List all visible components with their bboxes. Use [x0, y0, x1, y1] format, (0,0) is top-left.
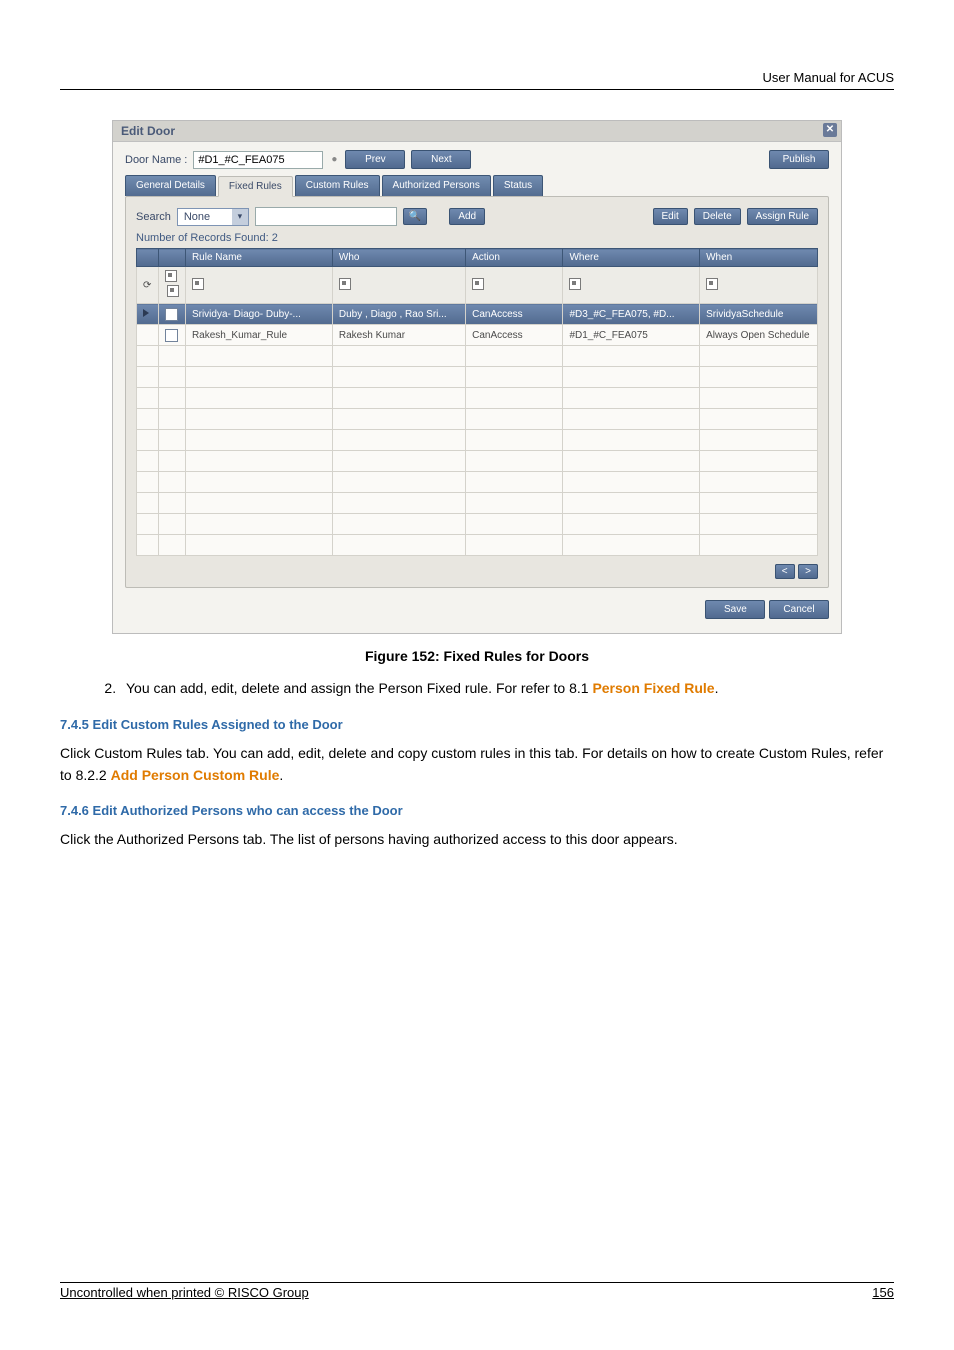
col-marker	[137, 249, 159, 267]
cancel-button[interactable]: Cancel	[769, 600, 829, 619]
table-row	[137, 346, 818, 367]
search-icon[interactable]: 🔍	[403, 208, 427, 225]
table-row	[137, 493, 818, 514]
add-person-custom-rule-link[interactable]: Add Person Custom Rule	[111, 767, 280, 783]
section-para: Click the Authorized Persons tab. The li…	[60, 828, 894, 850]
filter-row: ⟳	[137, 267, 818, 304]
cell-when: Always Open Schedule	[700, 325, 818, 346]
chevron-down-icon: ▾	[232, 209, 248, 225]
records-found: Number of Records Found: 2	[136, 232, 818, 244]
tab-authorized-persons[interactable]: Authorized Persons	[382, 175, 491, 196]
door-name-label: Door Name :	[125, 154, 187, 166]
table-row	[137, 430, 818, 451]
col-rule-name[interactable]: Rule Name	[185, 249, 332, 267]
col-who[interactable]: Who	[332, 249, 465, 267]
col-check	[158, 249, 185, 267]
tab-custom-rules[interactable]: Custom Rules	[295, 175, 380, 196]
cell-who: Duby , Diago , Rao Sri...	[332, 304, 465, 325]
pager-next-button[interactable]: >	[798, 564, 818, 579]
section-heading-745: 7.4.5 Edit Custom Rules Assigned to the …	[60, 717, 894, 732]
row-checkbox[interactable]	[158, 304, 185, 325]
page-number: 156	[872, 1285, 894, 1300]
pager: < >	[136, 562, 818, 577]
table-row[interactable]: Rakesh_Kumar_Rule Rakesh Kumar CanAccess…	[137, 325, 818, 346]
filter-icon[interactable]	[700, 267, 818, 304]
page-footer: Uncontrolled when printed © RISCO Group …	[60, 1282, 894, 1300]
numbered-list: You can add, edit, delete and assign the…	[120, 678, 894, 699]
door-name-input[interactable]	[193, 151, 323, 169]
cell-when: SrividyaSchedule	[700, 304, 818, 325]
fixed-rules-panel: Search None ▾ 🔍 Add Edit Delete Assign R…	[125, 196, 829, 588]
pager-prev-button[interactable]: <	[775, 564, 795, 579]
rules-table: Rule Name Who Action Where When ⟳	[136, 248, 818, 556]
cell-where: #D3_#C_FEA075, #D...	[563, 304, 700, 325]
filter-icon[interactable]: ⟳	[137, 267, 159, 304]
publish-button[interactable]: Publish	[769, 150, 829, 169]
filter-icon[interactable]	[466, 267, 563, 304]
table-row	[137, 388, 818, 409]
search-input[interactable]	[255, 207, 397, 226]
tab-status[interactable]: Status	[493, 175, 543, 196]
cell-who: Rakesh Kumar	[332, 325, 465, 346]
search-field-dropdown[interactable]: None ▾	[177, 208, 249, 226]
table-row	[137, 472, 818, 493]
list-text: .	[715, 680, 719, 696]
search-label: Search	[136, 211, 171, 223]
window-title: Edit Door	[121, 124, 175, 138]
col-when[interactable]: When	[700, 249, 818, 267]
cell-rule-name: Srividya- Diago- Duby-...	[185, 304, 332, 325]
figure-caption: Figure 152: Fixed Rules for Doors	[60, 648, 894, 664]
row-marker-icon	[137, 304, 159, 325]
cell-action: CanAccess	[466, 304, 563, 325]
tab-bar: General Details Fixed Rules Custom Rules…	[125, 175, 829, 196]
filter-icon[interactable]	[332, 267, 465, 304]
filter-icon[interactable]	[158, 267, 185, 304]
table-row	[137, 367, 818, 388]
cell-action: CanAccess	[466, 325, 563, 346]
cell-rule-name: Rakesh_Kumar_Rule	[185, 325, 332, 346]
assign-rule-button[interactable]: Assign Rule	[747, 208, 818, 225]
lock-icon: ●	[329, 154, 339, 165]
list-text: You can add, edit, delete and assign the…	[126, 680, 592, 696]
filter-icon[interactable]	[185, 267, 332, 304]
save-button[interactable]: Save	[705, 600, 765, 619]
edit-door-window: Edit Door ✕ Door Name : ● Prev Next Publ…	[112, 120, 842, 634]
footer-left: Uncontrolled when printed © RISCO Group	[60, 1285, 309, 1300]
table-row	[137, 451, 818, 472]
tab-general-details[interactable]: General Details	[125, 175, 216, 196]
list-item: You can add, edit, delete and assign the…	[120, 678, 894, 699]
row-checkbox[interactable]	[158, 325, 185, 346]
col-where[interactable]: Where	[563, 249, 700, 267]
add-button[interactable]: Add	[449, 208, 485, 225]
section-heading-746: 7.4.6 Edit Authorized Persons who can ac…	[60, 803, 894, 818]
edit-button[interactable]: Edit	[653, 208, 688, 225]
page-header: User Manual for ACUS	[60, 70, 894, 90]
close-icon[interactable]: ✕	[823, 123, 837, 137]
col-action[interactable]: Action	[466, 249, 563, 267]
next-button[interactable]: Next	[411, 150, 471, 169]
table-row	[137, 535, 818, 556]
filter-icon[interactable]	[563, 267, 700, 304]
table-row	[137, 409, 818, 430]
table-row[interactable]: Srividya- Diago- Duby-... Duby , Diago ,…	[137, 304, 818, 325]
delete-button[interactable]: Delete	[694, 208, 741, 225]
prev-button[interactable]: Prev	[345, 150, 405, 169]
section-para: Click Custom Rules tab. You can add, edi…	[60, 742, 894, 787]
cell-where: #D1_#C_FEA075	[563, 325, 700, 346]
search-field-value: None	[178, 209, 232, 225]
table-row	[137, 514, 818, 535]
window-title-bar: Edit Door ✕	[113, 121, 841, 142]
tab-fixed-rules[interactable]: Fixed Rules	[218, 176, 293, 197]
person-fixed-rule-link[interactable]: Person Fixed Rule	[592, 680, 714, 696]
para-text: .	[279, 767, 283, 783]
